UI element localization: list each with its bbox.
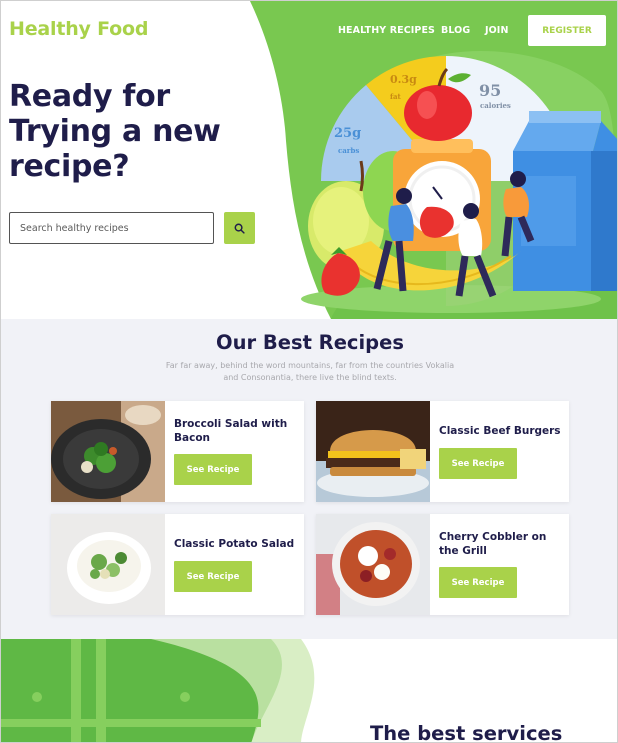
fat-value: 0.3g — [390, 73, 417, 86]
page: Healthy Food HEALTHY RECIPES BLOG JOIN R… — [0, 0, 618, 743]
hero-section: Healthy Food HEALTHY RECIPES BLOG JOIN R… — [1, 1, 617, 319]
section-title: Our Best Recipes — [216, 331, 404, 354]
recipe-image-broccoli-salad[interactable] — [51, 401, 165, 502]
see-recipe-button[interactable]: See Recipe — [174, 561, 252, 592]
carbs-label: carbs — [338, 146, 360, 155]
recipe-card: Broccoli Salad with Bacon See Recipe — [51, 401, 304, 502]
nav-blog[interactable]: BLOG — [441, 25, 470, 36]
services-section: The best services — [1, 639, 617, 743]
recipe-card: Cherry Cobbler on the Grill See Recipe — [316, 514, 569, 615]
best-recipes-section: Our Best Recipes Far far away, behind th… — [1, 319, 617, 639]
nav-join[interactable]: JOIN — [485, 25, 509, 36]
see-recipe-button[interactable]: See Recipe — [174, 454, 252, 485]
recipe-image-potato-salad[interactable] — [51, 514, 165, 615]
recipe-title[interactable]: Classic Potato Salad — [174, 538, 299, 552]
recipe-card: Classic Beef Burgers See Recipe — [316, 401, 569, 502]
search-button[interactable] — [224, 212, 255, 244]
calories-value: 95 — [479, 81, 502, 100]
see-recipe-button[interactable]: See Recipe — [439, 448, 517, 479]
section-subtitle: Far far away, behind the word mountains,… — [165, 361, 455, 382]
nav-healthy-recipes[interactable]: HEALTHY RECIPES — [338, 25, 435, 36]
recipe-title[interactable]: Cherry Cobbler on the Grill — [439, 531, 564, 558]
milk-carton-illustration — [513, 111, 617, 291]
search-icon — [234, 223, 245, 234]
brand-logo[interactable]: Healthy Food — [9, 18, 148, 40]
see-recipe-button[interactable]: See Recipe — [439, 567, 517, 598]
calories-label: calories — [480, 101, 511, 110]
search-input[interactable] — [9, 212, 214, 244]
recipe-image-beef-burger[interactable] — [316, 401, 430, 502]
services-title: The best services — [370, 722, 563, 743]
recipe-image-cherry-cobbler[interactable] — [316, 514, 430, 615]
hero-title: Ready for Trying a new recipe? — [9, 79, 221, 184]
carbs-value: 25g — [334, 126, 362, 141]
fat-label: fat — [390, 92, 401, 101]
register-button[interactable]: REGISTER — [528, 15, 606, 46]
recipe-title[interactable]: Broccoli Salad with Bacon — [174, 418, 299, 445]
recipe-card: Classic Potato Salad See Recipe — [51, 514, 304, 615]
recipe-title[interactable]: Classic Beef Burgers — [439, 425, 564, 439]
